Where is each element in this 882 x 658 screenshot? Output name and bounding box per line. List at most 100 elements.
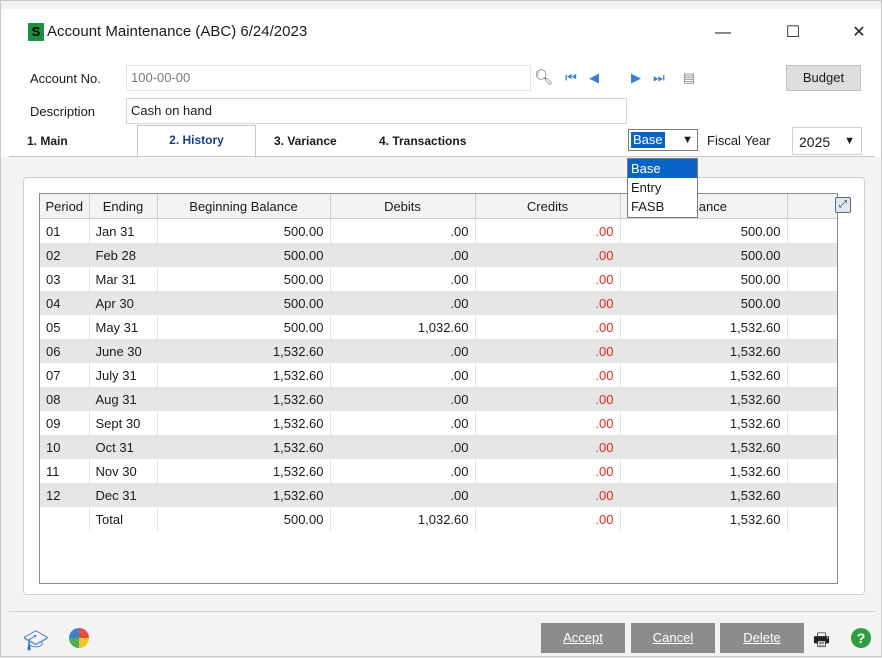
cell-period[interactable]: 11: [40, 459, 90, 483]
column-header-period[interactable]: Period: [40, 194, 90, 219]
accept-button[interactable]: Accept: [541, 623, 625, 653]
cell-balance[interactable]: 500.00: [620, 243, 788, 267]
previous-record-icon[interactable]: ◀︎: [586, 70, 602, 86]
cell-period[interactable]: 05: [40, 315, 90, 339]
expand-grid-icon[interactable]: ⤢: [835, 197, 851, 213]
chevron-down-icon[interactable]: ▼: [682, 132, 693, 148]
description-field[interactable]: Cash on hand: [126, 98, 627, 124]
cell-ending[interactable]: Apr 30: [89, 291, 158, 315]
title-bar[interactable]: S Account Maintenance (ABC) 6/24/2023 — …: [1, 9, 881, 45]
cell-balance[interactable]: 500.00: [620, 267, 788, 291]
cell-period[interactable]: 02: [40, 243, 90, 267]
table-row[interactable]: 03 Mar 31 500.00.00.00 500.00: [40, 267, 837, 291]
table-row[interactable]: 01 Jan 31 500.00.00.00 500.00: [40, 218, 837, 243]
cell-ending[interactable]: June 30: [89, 339, 158, 363]
cell-balance[interactable]: 1,532.60: [620, 435, 788, 459]
cell-balance[interactable]: 500.00: [620, 218, 788, 243]
cell-balance[interactable]: 1,532.60: [620, 459, 788, 483]
first-record-icon[interactable]: ⏮︎: [563, 70, 579, 86]
cell-debits[interactable]: .00: [330, 435, 476, 459]
column-header-beginning-balance[interactable]: Beginning Balance: [157, 194, 331, 219]
table-row[interactable]: 02 Feb 28 500.00.00.00 500.00: [40, 243, 837, 267]
column-header-ending[interactable]: Ending: [89, 194, 158, 219]
basis-select[interactable]: Base ▼: [628, 129, 698, 151]
printer-icon[interactable]: 🖶︎: [813, 628, 830, 658]
cell-ending[interactable]: May 31: [89, 315, 158, 339]
cell-credits[interactable]: .00: [475, 291, 621, 315]
cell-period[interactable]: 06: [40, 339, 90, 363]
cell-credits[interactable]: .00: [475, 483, 621, 507]
table-row[interactable]: 06 June 30 1,532.60.00.00 1,532.60: [40, 339, 837, 363]
cell-balance[interactable]: 1,532.60: [620, 483, 788, 507]
cell-balance[interactable]: 1,532.60: [620, 411, 788, 435]
cell-ending[interactable]: Feb 28: [89, 243, 158, 267]
cell-beginning-balance[interactable]: 500.00: [157, 507, 331, 531]
tab-history[interactable]: 2. History: [137, 125, 256, 158]
column-header-credits[interactable]: Credits: [475, 194, 621, 219]
cell-ending[interactable]: Total: [89, 507, 158, 531]
cell-debits[interactable]: .00: [330, 291, 476, 315]
cell-beginning-balance[interactable]: 1,532.60: [157, 459, 331, 483]
cell-ending[interactable]: July 31: [89, 363, 158, 387]
cell-balance[interactable]: 1,532.60: [620, 315, 788, 339]
graduation-cap-icon[interactable]: 🎓︎: [23, 628, 48, 653]
cell-debits[interactable]: .00: [330, 459, 476, 483]
lookup-icon[interactable]: 🔍︎: [534, 70, 553, 86]
table-row[interactable]: Total 500.00 1,032.60.00 1,532.60: [40, 507, 837, 531]
memo-icon[interactable]: ▤: [681, 70, 697, 86]
cell-ending[interactable]: Aug 31: [89, 387, 158, 411]
cell-debits[interactable]: .00: [330, 267, 476, 291]
tab-variance[interactable]: 3. Variance: [274, 125, 337, 157]
cell-beginning-balance[interactable]: 1,532.60: [157, 483, 331, 507]
cell-period[interactable]: 04: [40, 291, 90, 315]
table-row[interactable]: 07 July 31 1,532.60.00.00 1,532.60: [40, 363, 837, 387]
cell-credits[interactable]: .00: [475, 339, 621, 363]
cell-period[interactable]: [40, 507, 90, 531]
cell-balance[interactable]: 1,532.60: [620, 339, 788, 363]
cell-beginning-balance[interactable]: 1,532.60: [157, 339, 331, 363]
cell-period[interactable]: 08: [40, 387, 90, 411]
cell-debits[interactable]: .00: [330, 387, 476, 411]
cell-balance[interactable]: 1,532.60: [620, 363, 788, 387]
cell-beginning-balance[interactable]: 500.00: [157, 218, 331, 243]
cell-debits[interactable]: .00: [330, 411, 476, 435]
cell-ending[interactable]: Nov 30: [89, 459, 158, 483]
cell-credits[interactable]: .00: [475, 243, 621, 267]
basis-option-base[interactable]: Base: [628, 159, 697, 178]
cell-debits[interactable]: 1,032.60: [330, 507, 476, 531]
cell-ending[interactable]: Sept 30: [89, 411, 158, 435]
cell-period[interactable]: 10: [40, 435, 90, 459]
cell-period[interactable]: 03: [40, 267, 90, 291]
table-row[interactable]: 04 Apr 30 500.00.00.00 500.00: [40, 291, 837, 315]
fiscal-year-select[interactable]: 2025 ▼: [792, 127, 862, 155]
table-row[interactable]: 09 Sept 30 1,532.60.00.00 1,532.60: [40, 411, 837, 435]
cell-credits[interactable]: .00: [475, 218, 621, 243]
cell-credits[interactable]: .00: [475, 387, 621, 411]
cell-balance[interactable]: 500.00: [620, 291, 788, 315]
cell-beginning-balance[interactable]: 500.00: [157, 315, 331, 339]
cell-ending[interactable]: Dec 31: [89, 483, 158, 507]
cell-debits[interactable]: 1,032.60: [330, 315, 476, 339]
cell-beginning-balance[interactable]: 1,532.60: [157, 411, 331, 435]
cell-credits[interactable]: .00: [475, 315, 621, 339]
account-no-field[interactable]: 100-00-00: [126, 65, 531, 91]
basis-option-fasb[interactable]: FASB: [628, 197, 697, 216]
cell-credits[interactable]: .00: [475, 411, 621, 435]
cell-ending[interactable]: Mar 31: [89, 267, 158, 291]
tab-transactions[interactable]: 4. Transactions: [379, 125, 466, 157]
cell-period[interactable]: 07: [40, 363, 90, 387]
help-icon[interactable]: ?: [851, 628, 871, 648]
chevron-down-icon[interactable]: ▼: [844, 135, 855, 147]
cell-beginning-balance[interactable]: 500.00: [157, 243, 331, 267]
cell-balance[interactable]: 1,532.60: [620, 387, 788, 411]
cell-ending[interactable]: Jan 31: [89, 218, 158, 243]
last-record-icon[interactable]: ⏭︎: [651, 70, 667, 86]
history-grid[interactable]: Period Ending Beginning Balance Debits C…: [39, 193, 838, 584]
cell-beginning-balance[interactable]: 500.00: [157, 267, 331, 291]
cell-debits[interactable]: .00: [330, 218, 476, 243]
cell-debits[interactable]: .00: [330, 339, 476, 363]
cell-beginning-balance[interactable]: 1,532.60: [157, 435, 331, 459]
cell-beginning-balance[interactable]: 1,532.60: [157, 387, 331, 411]
cell-period[interactable]: 12: [40, 483, 90, 507]
cell-beginning-balance[interactable]: 500.00: [157, 291, 331, 315]
